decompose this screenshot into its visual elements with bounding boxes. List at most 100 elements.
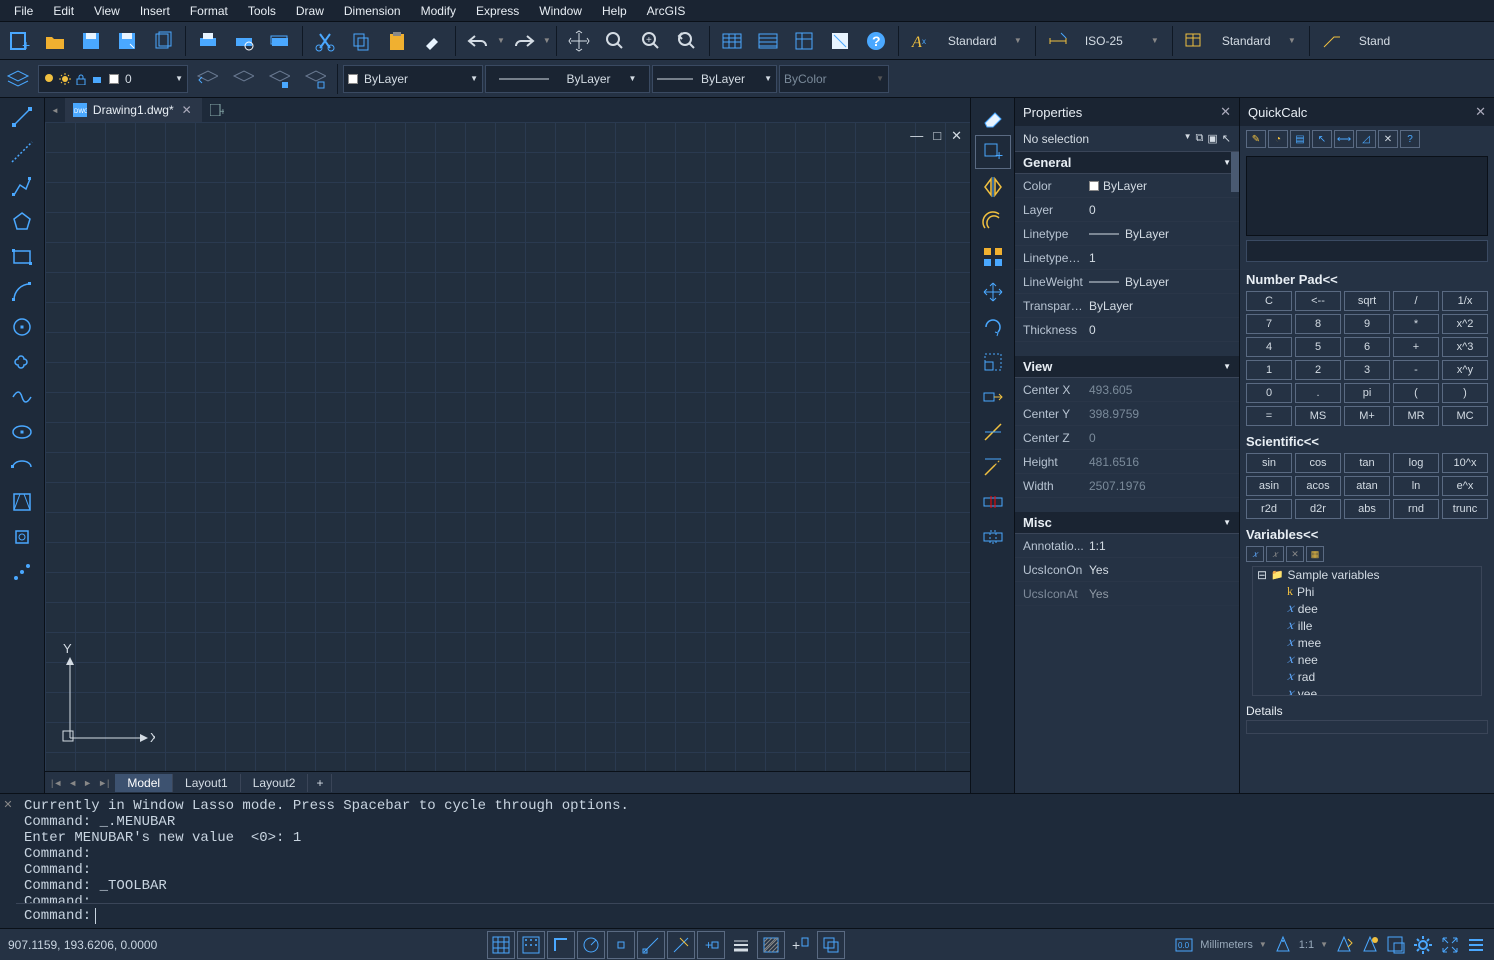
scale-tool[interactable] (975, 345, 1011, 379)
var-edit[interactable]: 𝑥 (1266, 546, 1284, 562)
rectangle-tool[interactable] (4, 240, 40, 274)
menu-edit[interactable]: Edit (43, 2, 84, 20)
calc-key-xy[interactable]: x^y (1442, 360, 1488, 380)
angle-button[interactable]: ◿ (1356, 130, 1376, 148)
prop-transparency[interactable]: Transpare...ByLayer (1015, 294, 1239, 318)
var-nee[interactable]: 𝑥 nee (1253, 651, 1481, 668)
calc-key-x3[interactable]: x^3 (1442, 337, 1488, 357)
selection-header[interactable]: No selection ▼ ⧉ ▣ ↖ (1015, 126, 1239, 152)
drawing-canvas[interactable]: — □ ✕ X Y (45, 122, 970, 771)
paste-button[interactable]: ▤ (1290, 130, 1310, 148)
polar-toggle[interactable] (577, 931, 605, 959)
cmd-close[interactable]: ✕ (3, 798, 12, 811)
mleaderstyle-dropdown[interactable]: Stand (1351, 32, 1398, 50)
menu-insert[interactable]: Insert (130, 2, 180, 20)
annoscale-icon[interactable] (1273, 935, 1293, 955)
calc-key-cos[interactable]: cos (1295, 453, 1341, 473)
layer-iso-button[interactable] (262, 62, 296, 96)
var-ille[interactable]: 𝑥 ille (1253, 617, 1481, 634)
new-button[interactable]: + (2, 24, 36, 58)
calc-key-x2[interactable]: x^2 (1442, 314, 1488, 334)
menu-express[interactable]: Express (466, 2, 529, 20)
open-button[interactable] (38, 24, 72, 58)
circle-tool[interactable] (4, 310, 40, 344)
dimstyle-icon[interactable] (1041, 24, 1075, 58)
clear-button[interactable]: ✎ (1246, 130, 1266, 148)
toolpalettes-button[interactable] (823, 24, 857, 58)
construction-line-tool[interactable] (4, 135, 40, 169)
copy-button[interactable] (344, 24, 378, 58)
prop-layer[interactable]: Layer0 (1015, 198, 1239, 222)
zoom-realtime-button[interactable] (598, 24, 632, 58)
trim-tool[interactable] (975, 415, 1011, 449)
mirror-tool[interactable] (975, 170, 1011, 204)
polyline-tool[interactable] (4, 170, 40, 204)
doc-close-button[interactable]: ✕ (180, 103, 194, 117)
calc-input[interactable] (1246, 240, 1488, 262)
quickprops-toggle[interactable]: + (787, 931, 815, 959)
history-button[interactable]: ◔ (1268, 130, 1288, 148)
close-icon[interactable]: ✕ (949, 128, 964, 144)
mleaderstyle-icon[interactable] (1315, 24, 1349, 58)
units-icon[interactable]: 0.0 (1174, 935, 1194, 955)
annovis-icon[interactable] (1334, 935, 1354, 955)
zoom-window-button[interactable]: + (634, 24, 668, 58)
join-tool[interactable] (975, 520, 1011, 554)
calc-key-[interactable]: / (1393, 291, 1439, 311)
help-button[interactable]: ? (859, 24, 893, 58)
layout-tab-1[interactable]: Layout1 (173, 774, 241, 792)
calc-key-2[interactable]: 2 (1295, 360, 1341, 380)
tab-prev[interactable]: ◄ (45, 106, 65, 115)
calc-key-acos[interactable]: acos (1295, 476, 1341, 496)
prop-annoscale[interactable]: Annotatio...1:1 (1015, 534, 1239, 558)
menu-arcgis[interactable]: ArcGIS (637, 2, 696, 20)
properties-scroll[interactable]: General▼ ColorByLayer Layer0 LinetypeByL… (1015, 152, 1239, 793)
scrollbar-thumb[interactable] (1231, 152, 1239, 192)
calc-key-9[interactable]: 9 (1344, 314, 1390, 334)
ortho-toggle[interactable] (547, 931, 575, 959)
tree-collapse[interactable]: ⊟ (1257, 568, 1267, 582)
general-section[interactable]: General▼ (1015, 152, 1239, 174)
minimize-icon[interactable]: — (908, 128, 925, 144)
calc-key-MR[interactable]: MR (1393, 406, 1439, 426)
workspace-icon[interactable] (1386, 935, 1406, 955)
annoauto-icon[interactable] (1360, 935, 1380, 955)
layout-add[interactable]: + (308, 774, 332, 792)
intersect-button[interactable]: ✕ (1378, 130, 1398, 148)
color-combo[interactable]: ByLayer ▼ (343, 65, 483, 93)
zoom-previous-button[interactable] (670, 24, 704, 58)
matchprops-button[interactable] (416, 24, 450, 58)
getcoord-button[interactable]: ↖ (1312, 130, 1332, 148)
stretch-tool[interactable] (975, 380, 1011, 414)
calc-key-asin[interactable]: asin (1246, 476, 1292, 496)
calc-key-M[interactable]: M+ (1344, 406, 1390, 426)
selcycle-toggle[interactable] (817, 931, 845, 959)
cut-button[interactable] (308, 24, 342, 58)
calc-key-rnd[interactable]: rnd (1393, 499, 1439, 519)
prop-color[interactable]: ColorByLayer (1015, 174, 1239, 198)
textstyle-icon[interactable]: Ax (904, 24, 938, 58)
calc-key-[interactable]: <-- (1295, 291, 1341, 311)
hatch-toggle[interactable] (757, 931, 785, 959)
layout-next[interactable]: ► (81, 778, 94, 788)
calc-key-[interactable]: . (1295, 383, 1341, 403)
calc-key-sqrt[interactable]: sqrt (1344, 291, 1390, 311)
calc-key-ln[interactable]: ln (1393, 476, 1439, 496)
array-tool[interactable] (975, 240, 1011, 274)
linetype-combo[interactable]: ByLayer ▼ (485, 65, 650, 93)
calc-key-1x[interactable]: 1/x (1442, 291, 1488, 311)
publish-button[interactable] (263, 24, 297, 58)
line-tool[interactable] (4, 100, 40, 134)
paste-button[interactable] (380, 24, 414, 58)
dyn-toggle[interactable]: + (697, 931, 725, 959)
calc-key-[interactable]: = (1246, 406, 1292, 426)
command-input[interactable] (95, 908, 1486, 924)
view-section[interactable]: View▼ (1015, 356, 1239, 378)
layer-props-button[interactable] (298, 62, 332, 96)
qselect-icon[interactable]: ↖ (1222, 132, 1231, 145)
designcenter-button[interactable] (787, 24, 821, 58)
calc-key-10^x[interactable]: 10^x (1442, 453, 1488, 473)
lineweight-combo[interactable]: ByLayer ▼ (652, 65, 777, 93)
var-mee[interactable]: 𝑥 mee (1253, 634, 1481, 651)
calc-key-log[interactable]: log (1393, 453, 1439, 473)
